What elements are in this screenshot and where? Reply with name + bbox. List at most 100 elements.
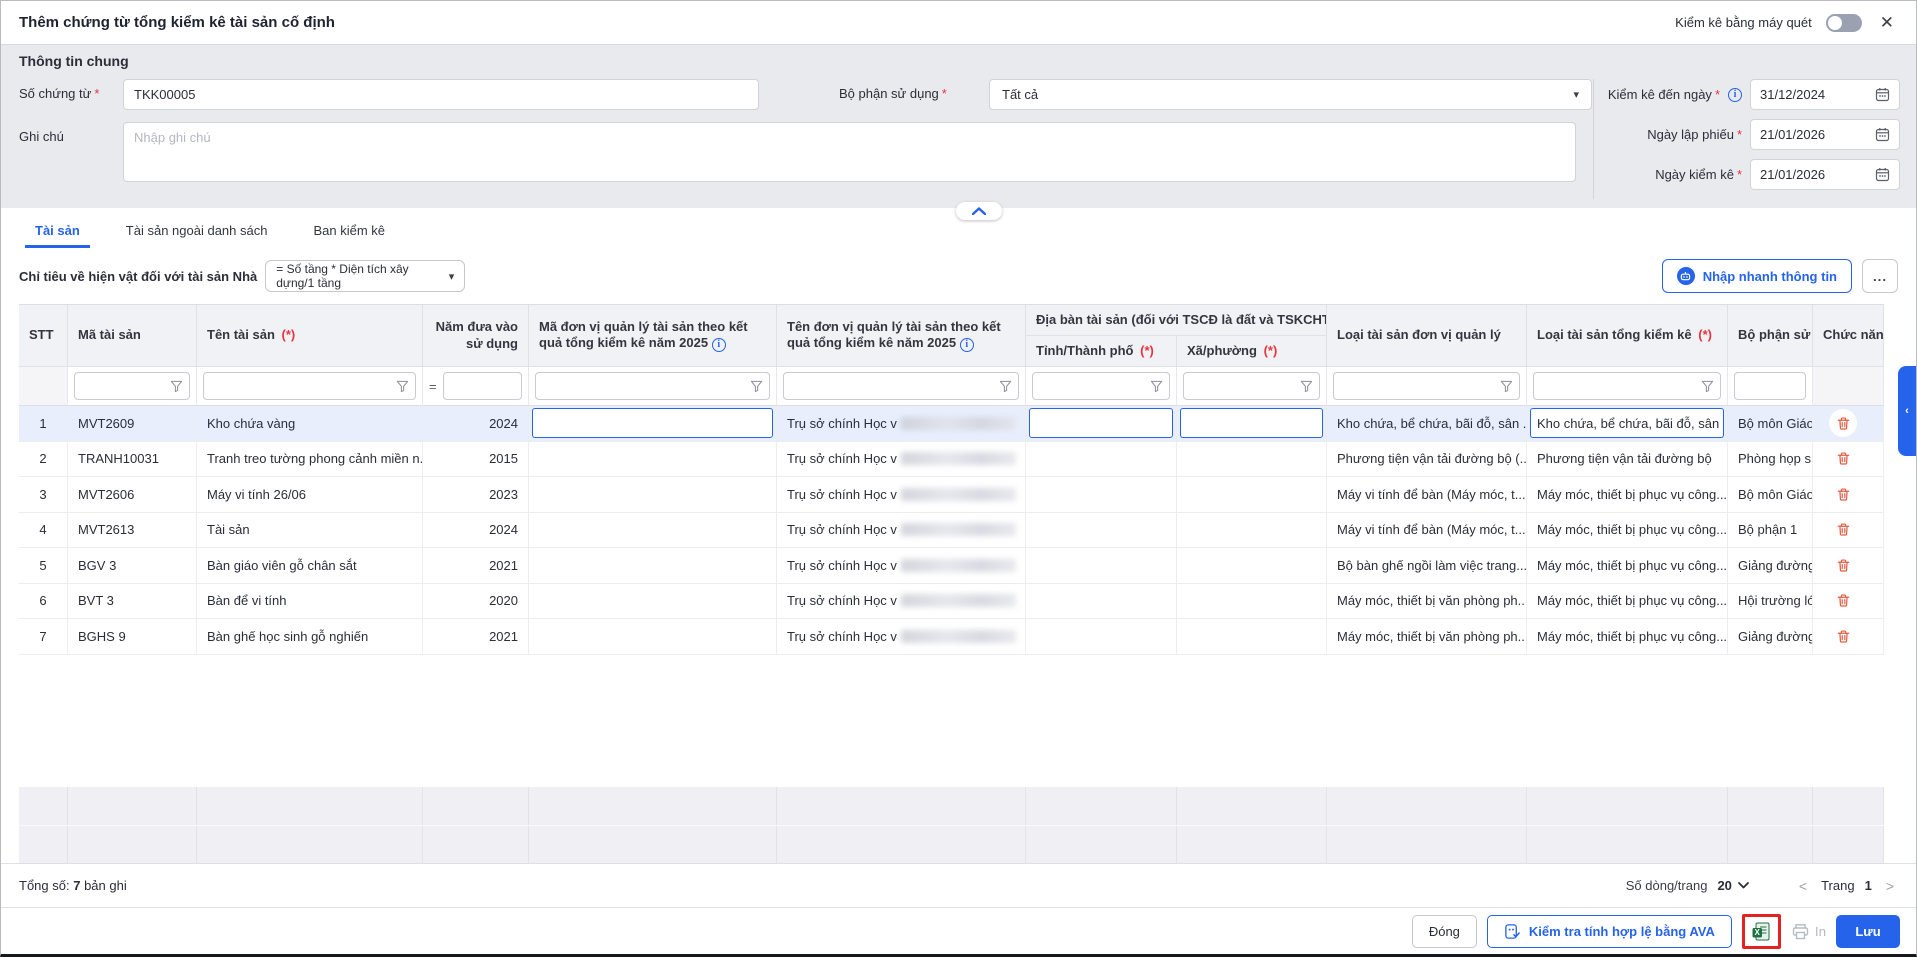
- cell-loai-ts-tkk[interactable]: Máy móc, thiết bị phục vụ công...Máy móc…: [1527, 619, 1728, 654]
- next-page-button[interactable]: >: [1882, 878, 1898, 894]
- table-row[interactable]: 6 BVT 3 Bàn để vi tính 2020 Trụ sở chính…: [19, 584, 1884, 620]
- filter-loai-ts-tkk[interactable]: [1527, 367, 1728, 406]
- inventory-date-input[interactable]: 21/01/2026: [1750, 159, 1900, 190]
- equals-operator[interactable]: =: [429, 379, 437, 394]
- export-excel-button[interactable]: X: [1751, 921, 1772, 942]
- col-xa-phuong[interactable]: Xã/phường (*): [1177, 336, 1327, 367]
- cell-loai-ts-tkk[interactable]: Phương tiện vận tải đường bộPhương tiện …: [1527, 442, 1728, 477]
- cell-ma-don-vi[interactable]: [529, 619, 777, 654]
- delete-row-button[interactable]: [1829, 409, 1857, 437]
- col-ten-don-vi[interactable]: Tên đơn vị quản lý tài sản theo kết quả …: [777, 305, 1026, 367]
- cell-ten-tai-san: Tranh treo tường phong cảnh miền n...: [197, 442, 423, 477]
- cell-tinh[interactable]: [1026, 619, 1177, 654]
- cell-xa[interactable]: [1177, 406, 1327, 441]
- quick-entry-button[interactable]: Nhập nhanh thông tin: [1662, 259, 1852, 293]
- filter-tinh[interactable]: [1026, 367, 1177, 406]
- filter-ma-tai-san[interactable]: [68, 367, 197, 406]
- tab-ban-kiem-ke[interactable]: Ban kiểm kê: [309, 215, 389, 248]
- cell-ten-tai-san: Tài sản: [197, 513, 423, 548]
- col-stt[interactable]: STT: [19, 305, 68, 367]
- cell-ma-don-vi[interactable]: [529, 548, 777, 583]
- cell-tinh[interactable]: [1026, 548, 1177, 583]
- cell-ma-don-vi[interactable]: [529, 442, 777, 477]
- cell-xa[interactable]: [1177, 477, 1327, 512]
- chevron-down-icon: ▾: [449, 270, 455, 283]
- info-icon[interactable]: i: [1728, 88, 1742, 102]
- table-row[interactable]: 7 BGHS 9 Bàn ghế học sinh gỗ nghiến 2021…: [19, 619, 1884, 655]
- table-row[interactable]: 4 MVT2613 Tài sản 2024 Trụ sở chính Học …: [19, 513, 1884, 549]
- table-row[interactable]: 2 TRANH10031 Tranh treo tường phong cảnh…: [19, 442, 1884, 478]
- cell-ma-tai-san: MVT2609: [68, 406, 197, 441]
- collapse-section-button[interactable]: [956, 202, 1002, 220]
- filter-xa[interactable]: [1177, 367, 1327, 406]
- filter-nam[interactable]: =: [423, 367, 529, 406]
- info-icon[interactable]: i: [960, 338, 974, 352]
- rows-per-page-select[interactable]: 20: [1717, 878, 1748, 893]
- cell-ma-don-vi[interactable]: [529, 513, 777, 548]
- cell-ma-don-vi[interactable]: [529, 477, 777, 512]
- note-textarea[interactable]: [123, 122, 1576, 182]
- col-ma-don-vi[interactable]: Mã đơn vị quản lý tài sản theo kết quả t…: [529, 305, 777, 367]
- cell-tinh[interactable]: [1026, 513, 1177, 548]
- side-panel-handle[interactable]: ‹: [1898, 366, 1916, 456]
- inventory-to-date-input[interactable]: 31/12/2024: [1750, 79, 1900, 110]
- cell-tinh[interactable]: [1026, 442, 1177, 477]
- tinh-input[interactable]: [1029, 408, 1173, 438]
- document-number-input[interactable]: [123, 79, 759, 110]
- col-ten-tai-san[interactable]: Tên tài sản (*): [197, 305, 423, 367]
- loai-ts-tkk-input[interactable]: Kho chứa, bể chứa, bãi đỗ, sân ...: [1530, 408, 1724, 438]
- xa-input[interactable]: [1180, 408, 1323, 438]
- delete-row-button[interactable]: [1829, 587, 1857, 615]
- cell-loai-ts-tkk[interactable]: Máy móc, thiết bị phục vụ công...Máy móc…: [1527, 584, 1728, 619]
- close-icon[interactable]: ✕: [1876, 12, 1898, 33]
- col-nam-dua-vao-su-dung[interactable]: Năm đưa vào sử dụng: [423, 305, 529, 367]
- delete-row-button[interactable]: [1829, 551, 1857, 579]
- cell-ma-don-vi[interactable]: [529, 406, 777, 441]
- delete-row-button[interactable]: [1829, 516, 1857, 544]
- delete-row-button[interactable]: [1829, 622, 1857, 650]
- print-button[interactable]: In: [1791, 922, 1826, 941]
- col-bo-phan-su-dung[interactable]: Bộ phận sử dụng: [1728, 305, 1813, 367]
- cell-tinh[interactable]: [1026, 477, 1177, 512]
- col-loai-ts-tong-kiem-ke[interactable]: Loại tài sản tổng kiểm kê (*): [1527, 305, 1728, 367]
- cell-ma-don-vi[interactable]: [529, 584, 777, 619]
- created-date-input[interactable]: 21/01/2026: [1750, 119, 1900, 150]
- cell-tinh[interactable]: [1026, 584, 1177, 619]
- cell-loai-ts-tkk[interactable]: Kho chứa, bể chứa, bãi đỗ, sân ...Kho ch…: [1527, 406, 1728, 441]
- tab-tai-san-ngoai-danh-sach[interactable]: Tài sản ngoài danh sách: [122, 215, 272, 248]
- save-button[interactable]: Lưu: [1836, 915, 1900, 948]
- tab-tai-san[interactable]: Tài sản: [31, 215, 84, 248]
- col-tinh-thanh-pho[interactable]: Tỉnh/Thành phố (*): [1026, 336, 1177, 367]
- filter-loai-ts-don-vi[interactable]: [1327, 367, 1527, 406]
- filter-bo-phan[interactable]: [1728, 367, 1813, 406]
- col-loai-ts-don-vi[interactable]: Loại tài sản đơn vị quản lý: [1327, 305, 1527, 367]
- scanner-toggle[interactable]: [1826, 14, 1862, 32]
- delete-row-button[interactable]: [1829, 445, 1857, 473]
- table-row[interactable]: 3 MVT2606 Máy vi tính 26/06 2023 Trụ sở …: [19, 477, 1884, 513]
- cell-xa[interactable]: [1177, 513, 1327, 548]
- validate-ava-button[interactable]: Kiểm tra tính hợp lệ bằng AVA: [1487, 915, 1732, 948]
- current-page[interactable]: 1: [1865, 878, 1872, 893]
- close-button[interactable]: Đóng: [1412, 915, 1477, 948]
- filter-ten-tai-san[interactable]: [197, 367, 423, 406]
- table-row[interactable]: 1 MVT2609 Kho chứa vàng 2024 Trụ sở chín…: [19, 406, 1884, 442]
- more-options-button[interactable]: ...: [1862, 259, 1898, 293]
- criteria-select[interactable]: = Số tầng * Diện tích xây dựng/1 tầng ▾: [265, 260, 465, 292]
- info-icon[interactable]: i: [712, 338, 726, 352]
- col-ma-tai-san[interactable]: Mã tài sản: [68, 305, 197, 367]
- delete-row-button[interactable]: [1829, 480, 1857, 508]
- cell-xa[interactable]: [1177, 584, 1327, 619]
- cell-tinh[interactable]: [1026, 406, 1177, 441]
- cell-xa[interactable]: [1177, 548, 1327, 583]
- table-row[interactable]: 5 BGV 3 Bàn giáo viên gỗ chân sắt 2021 T…: [19, 548, 1884, 584]
- using-department-select[interactable]: Tất cả ▾: [989, 79, 1592, 110]
- ma-don-vi-input[interactable]: [532, 408, 773, 438]
- cell-xa[interactable]: [1177, 442, 1327, 477]
- prev-page-button[interactable]: <: [1795, 878, 1811, 894]
- cell-loai-ts-tkk[interactable]: Máy móc, thiết bị phục vụ công...Máy móc…: [1527, 548, 1728, 583]
- filter-ten-don-vi[interactable]: [777, 367, 1026, 406]
- cell-loai-ts-tkk[interactable]: Máy móc, thiết bị phục vụ công...Máy móc…: [1527, 477, 1728, 512]
- cell-xa[interactable]: [1177, 619, 1327, 654]
- cell-loai-ts-tkk[interactable]: Máy móc, thiết bị phục vụ công...Máy móc…: [1527, 513, 1728, 548]
- filter-ma-don-vi[interactable]: [529, 367, 777, 406]
